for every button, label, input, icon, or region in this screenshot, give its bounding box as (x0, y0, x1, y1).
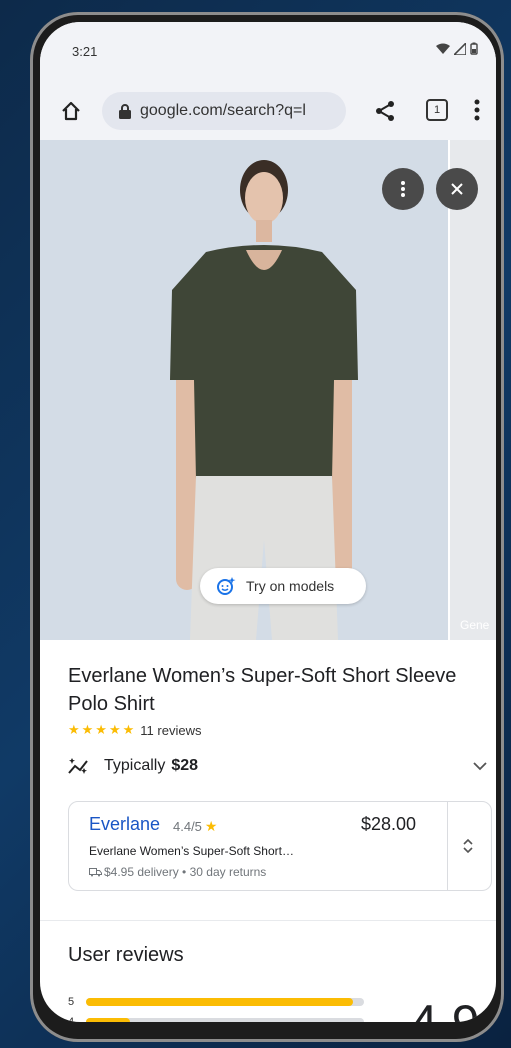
rating-bar-fill (86, 1018, 131, 1022)
status-icons (436, 42, 478, 55)
tab-switcher-button[interactable]: 1 (426, 99, 448, 121)
phone-screen: 3:21 google.com/search?q=l 1 Gene Try on… (40, 22, 496, 1022)
status-bar: 3:21 (40, 22, 496, 82)
next-image-peek[interactable]: Gene (450, 140, 496, 640)
rating-level: 5 (68, 996, 75, 1008)
peek-label: Gene (460, 618, 490, 632)
user-reviews-heading: User reviews (68, 944, 184, 966)
close-button[interactable] (436, 168, 478, 210)
browser-toolbar: google.com/search?q=l 1 (40, 82, 496, 140)
typical-price-row[interactable]: Typically $28 (68, 756, 198, 776)
product-image[interactable] (40, 140, 448, 640)
offer-price: $28.00 (361, 814, 417, 834)
image-options-button[interactable] (382, 168, 424, 210)
offer-product-name: Everlane Women’s Super-Soft Short… (89, 844, 294, 858)
seller-offer-card[interactable]: Everlane 4.4/5 ★ $28.00 Everlane Women’s … (68, 801, 492, 891)
close-icon (451, 183, 463, 195)
try-on-models-button[interactable]: Try on models (200, 568, 366, 604)
expand-collapse-icon[interactable] (462, 838, 474, 854)
rating-bar-row: 5 (68, 996, 364, 1008)
delivery-truck-icon (89, 868, 102, 877)
share-icon[interactable] (374, 100, 396, 122)
try-on-icon (217, 577, 236, 595)
typical-price: $28 (171, 757, 199, 774)
card-divider (447, 802, 448, 890)
shipping-info: $4.95 delivery • 30 day returns (89, 865, 266, 879)
more-vert-icon (401, 181, 405, 197)
price-trend-icon (68, 758, 88, 774)
product-title: Everlane Women’s Super-Soft Short Sleeve… (68, 665, 457, 715)
average-rating: 4.9 (410, 994, 480, 1022)
review-count: 11 reviews (140, 722, 202, 738)
wifi-icon (436, 43, 450, 54)
rating-level: 4 (68, 1016, 75, 1022)
address-bar[interactable]: google.com/search?q=l (102, 92, 346, 130)
seller-name[interactable]: Everlane (89, 814, 160, 835)
try-on-label: Try on models (246, 578, 335, 594)
rating-bar-fill (86, 998, 353, 1006)
more-vert-icon[interactable] (474, 98, 480, 122)
seller-rating: 4.4/5 ★ (173, 818, 218, 834)
status-time: 3:21 (72, 44, 98, 59)
rating-bar-track (86, 1018, 364, 1022)
signal-icon (454, 42, 466, 55)
rating-bar-track (86, 998, 364, 1006)
typical-label: Typically (104, 757, 166, 774)
home-icon[interactable] (60, 100, 82, 122)
model-photo-illustration (40, 140, 448, 640)
chevron-down-icon[interactable] (472, 760, 488, 772)
lock-icon (119, 104, 131, 119)
seller-star-icon: ★ (204, 818, 218, 834)
product-rating[interactable]: ★★★★★ 11 reviews (68, 722, 201, 738)
section-divider (40, 920, 496, 921)
url-text: google.com/search?q=l (140, 102, 306, 119)
rating-bar-row: 4 (68, 1016, 364, 1022)
tab-count: 1 (433, 104, 441, 116)
star-rating: ★★★★★ (68, 722, 137, 737)
battery-icon (470, 42, 478, 55)
